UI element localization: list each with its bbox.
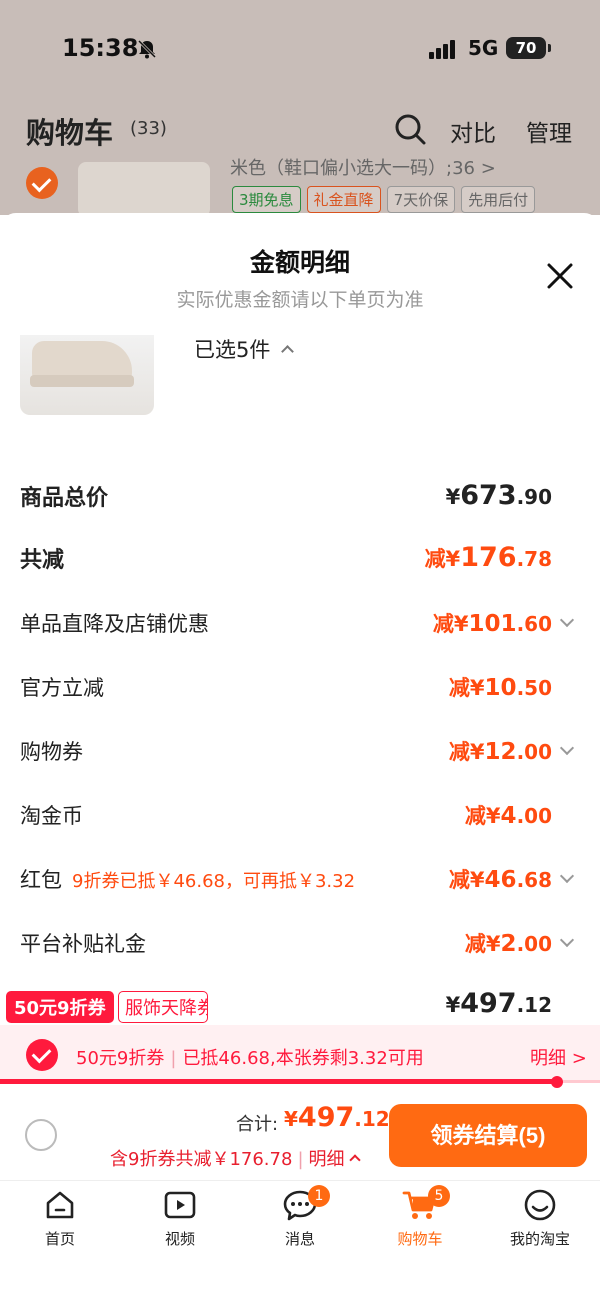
sheet-title: 金额明细 xyxy=(249,248,350,277)
row-label-official: 官方立减 xyxy=(20,676,104,700)
tab-messages[interactable]: 消息 xyxy=(240,1188,360,1249)
row-label-total-discount: 共减 xyxy=(20,548,65,573)
search-icon[interactable] xyxy=(393,112,427,146)
tag: 3期免息 xyxy=(232,186,301,213)
coupon-checkbox[interactable] xyxy=(26,1039,58,1071)
product-tags: 3期免息 礼金直降 7天价保 先用后付 xyxy=(232,186,536,213)
tab-label: 消息 xyxy=(284,1230,315,1248)
row-amount-coins: 减¥4.00 xyxy=(464,803,552,829)
signal-icon xyxy=(429,40,457,59)
chevron-up-icon xyxy=(348,1154,361,1166)
coupon-detail-link[interactable]: 明细 > xyxy=(530,1044,587,1070)
row-amount-voucher[interactable]: 减¥12.00 xyxy=(449,736,552,766)
row-amount-total-discount: 减¥176.78 xyxy=(424,542,552,573)
progress-track xyxy=(558,1080,600,1083)
row-amount-subsidy[interactable]: 减¥2.00 xyxy=(465,928,552,958)
compare-button[interactable]: 对比 xyxy=(450,114,496,148)
row-label-total: 商品总价 xyxy=(20,486,109,511)
total-amount: ¥497.12 xyxy=(284,1102,390,1133)
select-all-checkbox[interactable] xyxy=(25,1119,57,1151)
tab-profile[interactable]: 我的淘宝 xyxy=(480,1188,600,1249)
coupon-info: 50元9折券 | 已抵46.68,本张券剩3.32可用 xyxy=(76,1048,424,1069)
network-type: 5G xyxy=(468,36,499,60)
close-icon[interactable] xyxy=(544,260,576,292)
product-spec[interactable]: 米色（鞋口偏小选大一码）;36 > xyxy=(230,154,496,180)
product-thumbnail xyxy=(20,335,154,415)
coupon-tag: 50元9折券 xyxy=(6,991,114,1023)
profile-icon xyxy=(524,1189,556,1221)
battery-icon: 70 xyxy=(506,37,551,59)
manage-button[interactable]: 管理 xyxy=(526,114,572,148)
video-icon xyxy=(164,1191,196,1219)
row-amount-redpacket[interactable]: 减¥46.68 xyxy=(449,864,552,894)
row-amount-official: 减¥10.50 xyxy=(448,675,552,701)
page-title: 购物车 xyxy=(26,116,114,150)
message-badge: 1 xyxy=(308,1185,330,1207)
status-time: 15:38 xyxy=(62,34,139,62)
discount-summary[interactable]: 含9折券共减￥176.78 | 明细 xyxy=(110,1145,361,1171)
tag: 先用后付 xyxy=(461,186,536,213)
row-amount-store-discount[interactable]: 减¥101.60 xyxy=(433,608,552,638)
checkout-button[interactable]: 领券结算(5) xyxy=(389,1104,587,1167)
row-label-voucher: 购物券 xyxy=(20,740,83,764)
cart-badge: 5 xyxy=(428,1185,450,1207)
bell-muted-icon xyxy=(137,39,157,59)
sheet-subtitle: 实际优惠金额请以下单页为准 xyxy=(176,289,424,311)
selected-count[interactable]: 已选5件 xyxy=(194,334,294,364)
row-label-subsidy: 平台补贴礼金 xyxy=(20,932,146,956)
redpacket-note: 9折券已抵￥46.68，可再抵￥3.32 xyxy=(72,871,356,892)
row-amount-total: ¥673.90 xyxy=(445,480,552,511)
coupon-progress-bar xyxy=(0,1079,558,1084)
row-label-store-discount: 单品直降及店铺优惠 xyxy=(20,612,209,636)
tab-label: 首页 xyxy=(44,1230,75,1248)
row-label-redpacket: 红包 9折券已抵￥46.68，可再抵￥3.32 xyxy=(20,868,356,892)
tab-video[interactable]: 视频 xyxy=(120,1188,240,1249)
coupon-tag-outline: 服饰天降券 xyxy=(118,991,208,1023)
final-amount: ¥497.12 xyxy=(445,988,552,1019)
home-icon xyxy=(46,1191,74,1219)
progress-thumb xyxy=(551,1076,563,1088)
row-label-coins: 淘金币 xyxy=(20,804,83,828)
tab-cart[interactable]: 购物车 xyxy=(360,1188,480,1249)
tag: 礼金直降 xyxy=(306,186,381,213)
product-image[interactable] xyxy=(78,162,210,217)
tag: 7天价保 xyxy=(386,186,456,213)
cart-count: (33) xyxy=(130,118,167,139)
tab-home[interactable]: 首页 xyxy=(0,1188,120,1249)
tab-label: 视频 xyxy=(164,1230,195,1248)
item-checkbox[interactable] xyxy=(26,167,58,199)
total-label: 合计: xyxy=(236,1114,279,1135)
tab-label: 我的淘宝 xyxy=(509,1230,570,1248)
tab-label: 购物车 xyxy=(397,1230,443,1248)
chevron-up-icon xyxy=(281,344,294,358)
